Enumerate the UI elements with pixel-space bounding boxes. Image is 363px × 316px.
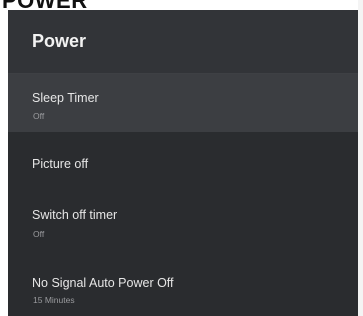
page-right-margin	[358, 0, 363, 316]
menu-item-no-signal-auto-power-off[interactable]: No Signal Auto Power Off 15 Minutes	[8, 258, 360, 316]
menu-item-picture-off[interactable]: Picture off	[8, 132, 360, 188]
menu-item-switch-off-timer[interactable]: Switch off timer Off	[8, 188, 360, 258]
menu-item-sleep-timer[interactable]: Sleep Timer Off	[8, 74, 360, 132]
menu-item-value: Off	[33, 229, 45, 239]
menu-item-label: Sleep Timer	[32, 91, 99, 105]
panel-title: Power	[32, 31, 87, 51]
menu-item-label: Picture off	[32, 157, 89, 171]
menu-item-value: Off	[33, 111, 45, 121]
panel-header: Power	[8, 10, 360, 73]
menu-item-label: Switch off timer	[32, 208, 118, 222]
menu-item-value: 15 Minutes	[33, 295, 75, 305]
menu-item-label: No Signal Auto Power Off	[32, 276, 174, 290]
power-settings-panel: Power Sleep Timer Off Picture off Switch…	[8, 10, 360, 316]
